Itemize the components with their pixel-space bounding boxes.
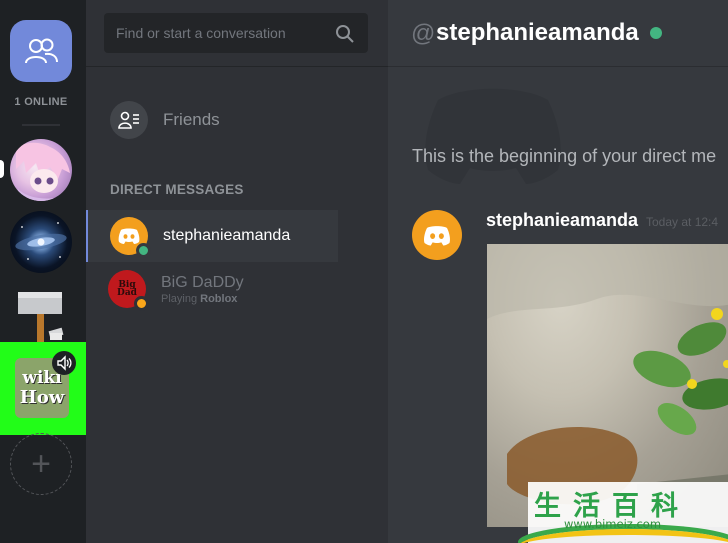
dm-item-stephanieamanda[interactable]: stephanieamanda: [86, 210, 338, 262]
discord-logo-icon: [118, 228, 140, 244]
server-icon-anime[interactable]: [10, 139, 72, 201]
server-icon-hammer[interactable]: [10, 283, 72, 345]
avatar: Big Dad: [108, 270, 149, 311]
watermark-url: www.bimeiz.com: [564, 517, 662, 531]
avatar-text: Big Dad: [117, 279, 137, 298]
speaker-icon: [57, 355, 72, 371]
online-count: 1 ONLINE: [14, 96, 68, 108]
message-avatar[interactable]: [412, 210, 462, 260]
dm-sidebar: Friends DIRECT MESSAGES stephanieamanda …: [86, 0, 388, 543]
avatar: [110, 217, 151, 258]
unread-indicator: [0, 160, 4, 178]
add-server-button[interactable]: +: [10, 433, 72, 495]
plus-icon: +: [31, 444, 51, 483]
chat-area: @ stephanieamanda This is the beginning …: [388, 0, 728, 543]
hammer-server-image: [18, 292, 65, 345]
search-bar: [86, 0, 388, 67]
wikihow-line2: How: [19, 386, 65, 408]
message-author[interactable]: stephanieamanda: [486, 210, 638, 231]
friends-nav-item[interactable]: Friends: [110, 101, 220, 139]
idle-status-indicator: [134, 296, 149, 311]
chat-title: stephanieamanda: [436, 19, 639, 46]
friends-home-button[interactable]: [10, 20, 72, 82]
discord-watermark-icon: [425, 88, 561, 184]
voice-badge: [52, 351, 76, 375]
discord-logo-icon: [424, 225, 450, 245]
galaxy-server-image: [15, 222, 67, 260]
search-icon[interactable]: [335, 24, 355, 44]
friends-list-icon: [110, 101, 148, 139]
anime-server-image: [16, 142, 70, 201]
online-status-indicator: [136, 243, 151, 258]
server-icon-galaxy[interactable]: [10, 211, 72, 273]
chat-header: @ stephanieamanda: [388, 0, 728, 67]
rail-divider: [22, 124, 60, 126]
site-watermark: 生活百科 www.bimeiz.com: [518, 482, 728, 543]
dm-item-big-daddy[interactable]: Big Dad BiG DaDDy Playing Roblox: [86, 263, 338, 315]
online-status-indicator: [650, 27, 662, 39]
watermark-swoosh: [518, 529, 728, 543]
dm-activity: Playing Roblox: [161, 292, 238, 305]
message-timestamp: Today at 12:4: [646, 215, 719, 229]
dm-name: stephanieamanda: [163, 227, 291, 244]
at-symbol: @: [411, 20, 436, 47]
server-sidebar: 1 ONLINE wiki How +: [0, 0, 86, 543]
search-input[interactable]: [104, 13, 368, 53]
friends-icon: [25, 38, 58, 64]
friends-label: Friends: [163, 110, 220, 129]
game-name: Roblox: [200, 292, 238, 305]
dm-name: BiG DaDDy: [161, 273, 244, 291]
direct-messages-header: DIRECT MESSAGES: [110, 182, 244, 197]
conversation-start-text: This is the beginning of your direct me: [412, 146, 717, 166]
